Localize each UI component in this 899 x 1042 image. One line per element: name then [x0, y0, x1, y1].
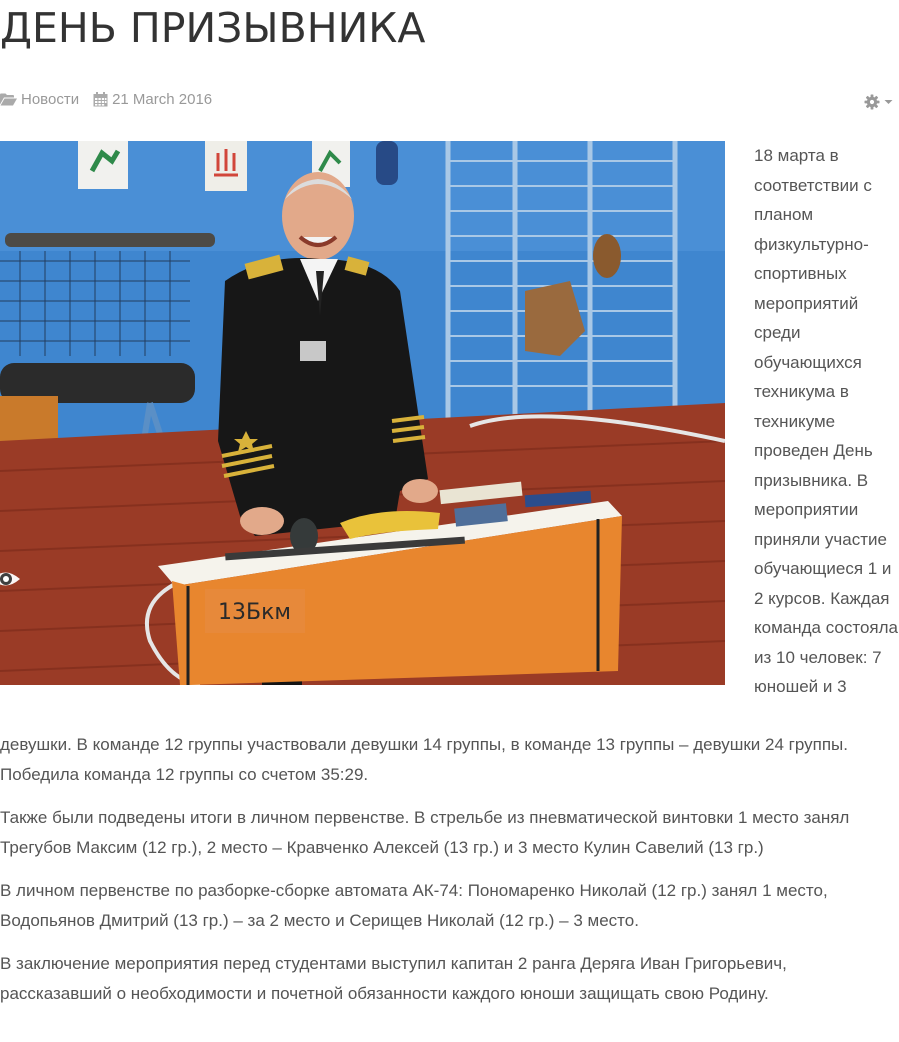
publish-date: 21 March 2016 — [93, 91, 212, 108]
desk-sign-text: 13Бкм — [218, 600, 291, 625]
article-intro-wrap: 18 марта в соответствии с планом физкуль… — [754, 141, 899, 702]
category-link[interactable]: Новости — [0, 91, 79, 108]
article-meta: Новости 21 March 2016 — [0, 88, 226, 110]
intro-paragraph-continued: девушки. В команде 12 группы участвовали… — [0, 735, 848, 784]
calendar-icon — [93, 91, 108, 106]
article-photo: 13Бкм — [0, 141, 725, 685]
gear-icon — [864, 94, 880, 110]
paragraph-3: В заключение мероприятия перед студентам… — [0, 954, 787, 1003]
paragraph-2: В личном первенстве по разборке-сборке а… — [0, 881, 828, 930]
eye-icon[interactable] — [0, 566, 20, 592]
caret-down-icon — [884, 100, 893, 104]
article-tools-button[interactable] — [864, 94, 893, 110]
intro-paragraph-wrap: 18 марта в соответствии с планом физкуль… — [754, 146, 898, 696]
article-title: ДЕНЬ ПРИЗЫВНИКА — [0, 4, 426, 52]
paragraph-1: Также были подведены итоги в личном перв… — [0, 808, 850, 857]
category-label: Новости — [21, 90, 80, 108]
folder-open-icon — [0, 93, 17, 105]
publish-date-text: 21 March 2016 — [112, 90, 213, 108]
article-body: девушки. В команде 12 группы участвовали… — [0, 730, 899, 1022]
